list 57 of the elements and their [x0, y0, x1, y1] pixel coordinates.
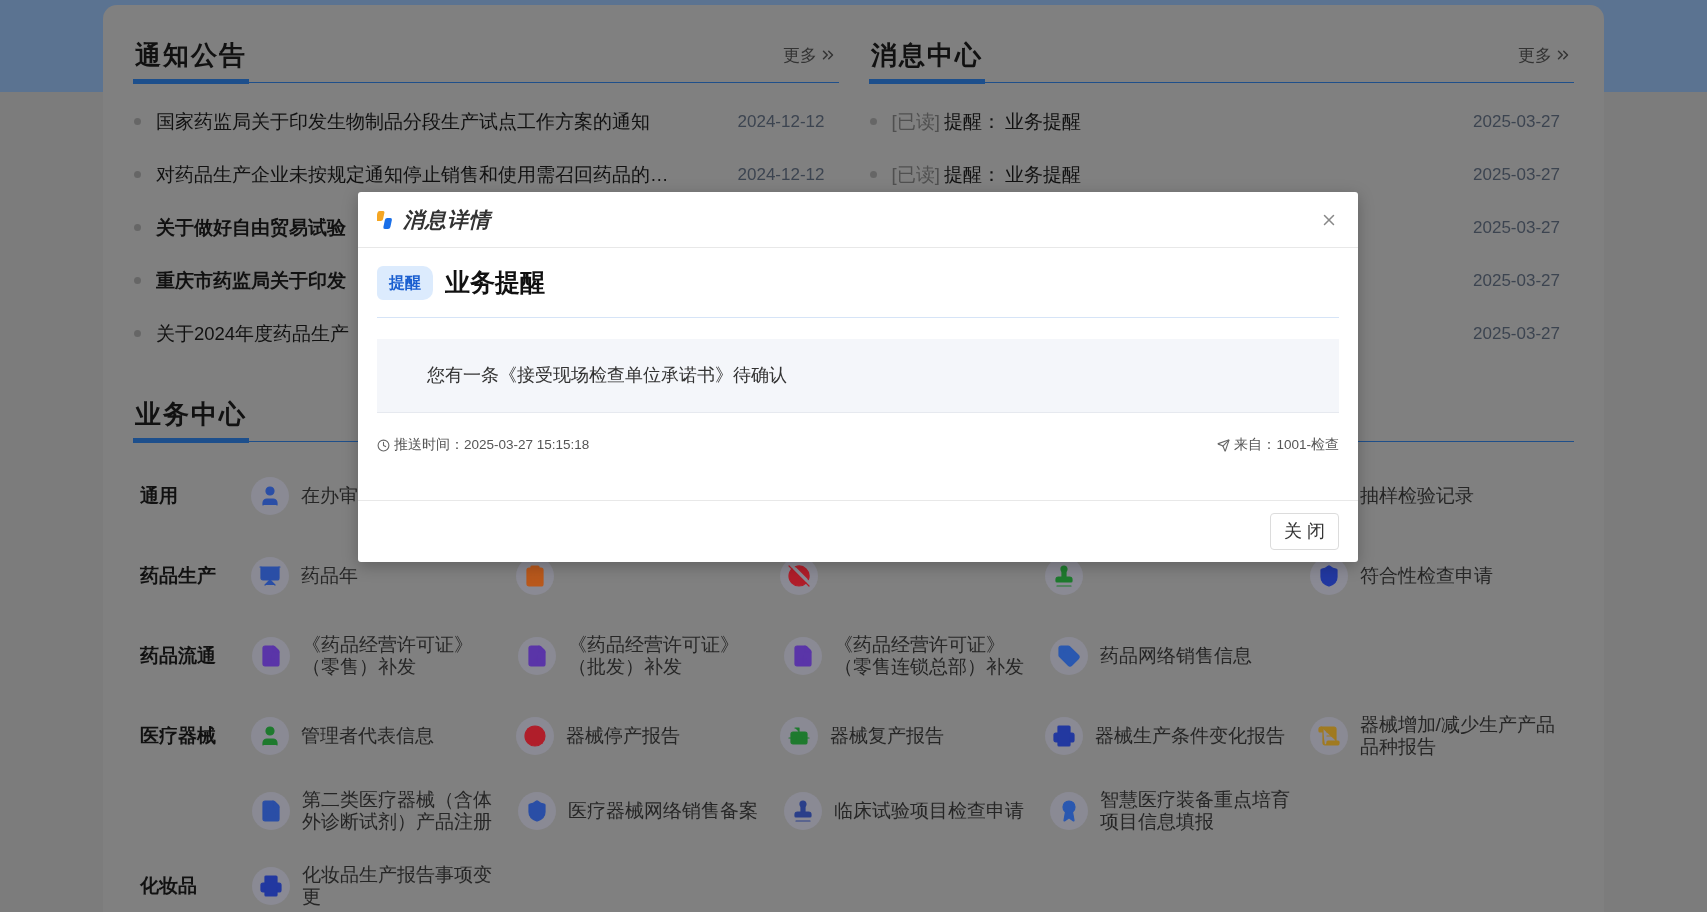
service-link[interactable]: 器械停产报告 [565, 725, 766, 747]
service-link[interactable]: 器械生产条件变化报告 [1094, 725, 1295, 747]
bullet [134, 330, 141, 337]
close-button[interactable]: 关 闭 [1270, 513, 1339, 550]
message-date: 2025-03-27 [1473, 110, 1560, 133]
message-heading: 业务提醒 [445, 266, 545, 298]
dialog-title: 消息详情 [403, 206, 491, 233]
notice-date: 2024-12-12 [737, 110, 825, 133]
more-link[interactable]: 更多 [782, 42, 837, 68]
category-label: 药品生产 [140, 564, 216, 586]
clock-icon [377, 438, 390, 452]
bullet [134, 277, 141, 284]
service-link[interactable]: 化妆品生产报告事项变更 [302, 864, 502, 908]
category-label: 通用 [140, 484, 178, 506]
bullet [869, 118, 877, 125]
service-link[interactable]: 临床试验项目检查申请 [834, 800, 1034, 822]
bullet [134, 171, 141, 178]
section-title: 通知公告 [133, 36, 249, 84]
message-date: 2025-03-27 [1473, 216, 1560, 239]
message-body: 您有一条《接受现场检查单位承诺书》待确认 [427, 364, 787, 387]
more-link[interactable]: 更多 [1518, 42, 1572, 68]
service-link[interactable]: 管理者代表信息 [301, 725, 502, 747]
notice-link[interactable]: 对药品生产企业未按规定通知停止销售和使用需召回药品的… [156, 160, 718, 189]
service-link[interactable]: 符合性检查申请 [1359, 565, 1560, 587]
service-link[interactable]: 器械增加/减少生产产品品种报告 [1359, 714, 1560, 758]
logo-icon [377, 209, 395, 230]
service-link[interactable]: 《药品经营许可证》（批发）补发 [568, 634, 768, 678]
category-label: 药品流通 [140, 644, 216, 666]
section-title: 业务中心 [133, 395, 249, 443]
service-link[interactable]: 第二类医疗器械（含体外诊断试剂）产品注册 [302, 789, 502, 833]
notice-date: 2024-12-12 [737, 163, 825, 186]
bullet [134, 118, 141, 125]
service-link[interactable]: 《药品经营许可证》（零售）补发 [302, 634, 502, 678]
category-label: 化妆品 [140, 874, 197, 896]
service-link[interactable]: 抽样检验记录 [1359, 485, 1560, 507]
service-link[interactable]: 药品网络销售信息 [1100, 645, 1300, 667]
message-link[interactable]: 业务提醒 [1004, 160, 1081, 189]
message-category: 提醒： [943, 162, 1001, 187]
message-date: 2025-03-27 [1473, 322, 1560, 345]
message-date: 2025-03-27 [1473, 269, 1560, 292]
bullet [134, 224, 141, 231]
service-link[interactable]: 智慧医疗装备重点培育项目信息填报 [1100, 789, 1300, 833]
service-link[interactable]: 器械复产报告 [830, 725, 1031, 747]
service-link[interactable]: 《药品经营许可证》（零售连锁总部）补发 [834, 634, 1034, 678]
message-date: 2025-03-27 [1473, 163, 1560, 186]
service-link[interactable]: 药品年 [301, 565, 502, 587]
send-icon [1217, 438, 1231, 452]
service-link[interactable]: 医疗器械网络销售备案 [568, 800, 768, 822]
message-category: 提醒： [943, 109, 1001, 134]
message-source: 来自：1001-检查 [1234, 435, 1339, 454]
notice-link[interactable]: 国家药监局关于印发生物制品分段生产试点工作方案的通知 [156, 107, 718, 136]
section-title: 消息中心 [868, 36, 985, 84]
bullet [869, 171, 877, 178]
category-label: 医疗器械 [140, 724, 216, 746]
category-tag: 提醒 [377, 265, 433, 300]
message-link[interactable]: 业务提醒 [1004, 107, 1081, 136]
push-time: 推送时间：2025-03-27 15:15:18 [394, 435, 590, 454]
